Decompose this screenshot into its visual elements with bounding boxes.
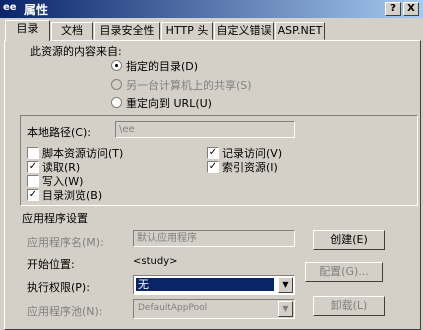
window-title: 属性 — [24, 3, 49, 17]
start-point-value: <study> — [133, 256, 178, 267]
app-pool-select[interactable]: DefaultAppPool ▼ — [133, 299, 295, 319]
read-checkbox[interactable]: ✓ — [27, 161, 39, 173]
tab-directory[interactable]: 目录 — [5, 20, 50, 41]
script-access-checkbox[interactable] — [27, 147, 39, 159]
radio-local-directory[interactable] — [111, 60, 122, 71]
directory-browsing-checkbox[interactable]: ✓ — [27, 189, 39, 201]
tab-custom-errors[interactable]: 自定义错误 — [214, 22, 274, 40]
tab-aspnet[interactable]: ASP.NET — [275, 22, 325, 40]
unload-button[interactable]: 卸载(L) — [313, 296, 385, 316]
radio-redirect-url-label[interactable]: 重定向到 URL(U) — [126, 95, 212, 111]
create-button[interactable]: 创建(E) — [313, 230, 385, 250]
configure-button[interactable]: 配置(G)... — [305, 262, 383, 282]
execute-permissions-value: 无 — [136, 278, 274, 291]
app-settings-heading: 应用程序设置 — [22, 212, 88, 225]
app-name-label: 应用程序名(M): — [27, 236, 104, 249]
tab-http-headers[interactable]: HTTP 头 — [161, 22, 213, 40]
app-name-input[interactable]: 默认应用程序 — [133, 230, 295, 247]
title-bar[interactable]: ee 属性 ? X — [0, 0, 423, 18]
execute-permissions-label: 执行权限(P): — [27, 281, 90, 294]
directory-browsing-label[interactable]: 目录浏览(B) — [42, 187, 102, 203]
app-pool-value: DefaultAppPool — [138, 303, 208, 313]
dropdown-arrow-icon[interactable]: ▼ — [278, 277, 293, 293]
dropdown-arrow-icon[interactable]: ▼ — [278, 301, 293, 317]
radio-network-share[interactable] — [111, 79, 122, 90]
window-icon: ee — [3, 2, 17, 13]
radio-network-share-label[interactable]: 另一台计算机上的共享(S) — [126, 77, 252, 93]
index-resource-label[interactable]: 索引资源(I) — [222, 159, 278, 175]
local-path-label: 本地路径(C): — [27, 126, 91, 139]
radio-local-directory-label[interactable]: 指定的目录(D) — [126, 58, 198, 74]
log-visits-checkbox[interactable]: ✓ — [207, 147, 219, 159]
app-pool-label: 应用程序池(N): — [27, 305, 103, 318]
tab-documents[interactable]: 文档 — [51, 22, 93, 40]
start-point-label: 开始位置: — [27, 258, 75, 271]
radio-redirect-url[interactable] — [111, 97, 122, 108]
local-path-input[interactable]: \ee — [115, 121, 295, 138]
index-resource-checkbox[interactable]: ✓ — [207, 161, 219, 173]
write-checkbox[interactable] — [27, 175, 39, 187]
close-button[interactable]: X — [403, 2, 419, 16]
execute-permissions-select[interactable]: 无 ▼ — [133, 275, 295, 295]
tab-directory-security[interactable]: 目录安全性 — [94, 22, 160, 40]
help-button[interactable]: ? — [385, 2, 401, 16]
source-heading: 此资源的内容来自: — [30, 45, 122, 58]
